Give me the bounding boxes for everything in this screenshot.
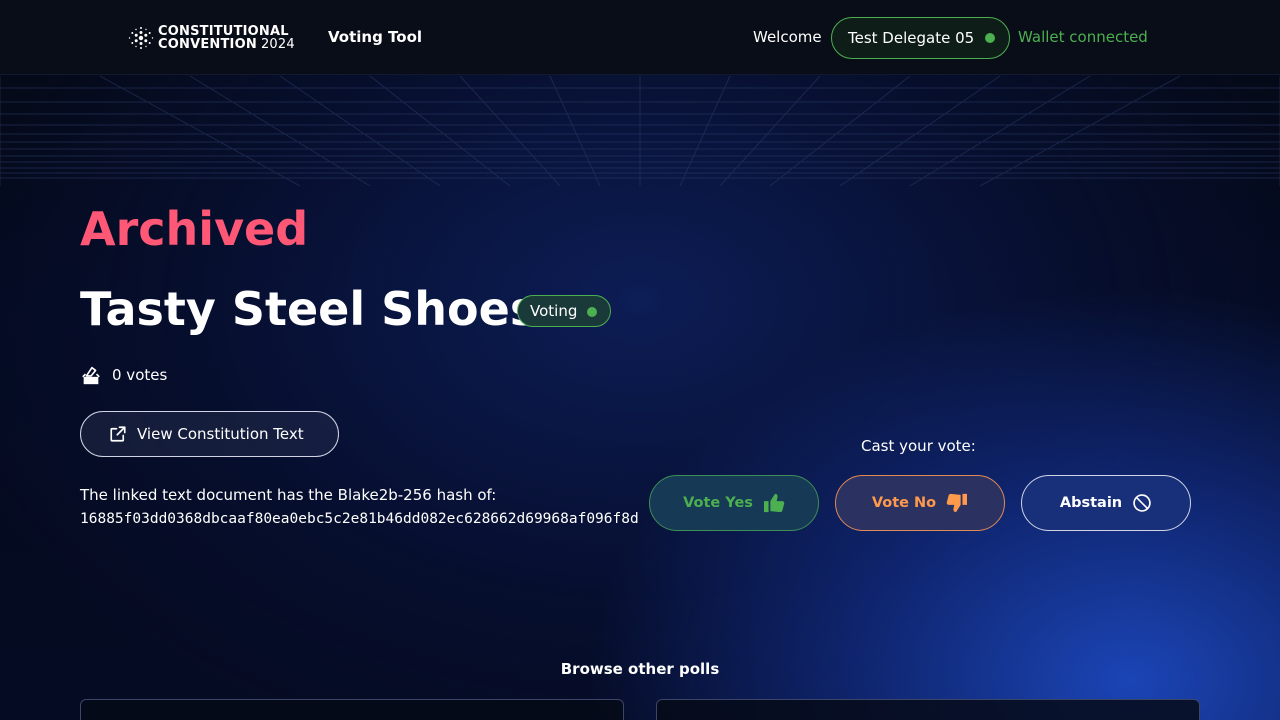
abstain-button[interactable]: Abstain <box>1021 475 1191 531</box>
hash-intro: The linked text document has the Blake2b… <box>80 486 497 504</box>
vote-no-button[interactable]: Vote No <box>835 475 1005 531</box>
status-badge-label: Voting <box>530 302 578 320</box>
ballot-box-icon <box>82 366 100 385</box>
status-badge: Voting <box>517 295 611 327</box>
logo-convention: CONVENTION <box>158 37 257 52</box>
votes-count-row: 0 votes <box>80 364 167 386</box>
vote-no-label: Vote No <box>871 495 937 511</box>
welcome-label: Welcome <box>753 28 822 46</box>
nav-voting-tool[interactable]: Voting Tool <box>328 28 422 46</box>
view-constitution-text-label: View Constitution Text <box>137 425 304 443</box>
logo-text: CONSTITUTIONAL CONVENTION 2024 <box>158 25 295 51</box>
poll-title: Tasty Steel Shoes <box>80 282 538 336</box>
votes-count: 0 votes <box>112 366 168 384</box>
external-link-icon <box>110 426 126 442</box>
poll-state-label: Archived <box>80 202 309 256</box>
document-hash-info: The linked text document has the Blake2b… <box>80 483 650 531</box>
abstain-label: Abstain <box>1059 495 1123 511</box>
delegate-name: Test Delegate 05 <box>848 29 975 47</box>
wallet-status: Wallet connected <box>1018 28 1148 46</box>
poll-card[interactable] <box>656 699 1200 720</box>
logo-line-2: CONVENTION 2024 <box>158 38 295 51</box>
status-dot <box>587 307 597 317</box>
thumbs-up-icon <box>763 493 785 513</box>
grid-background-decoration <box>0 76 1280 186</box>
poll-card[interactable] <box>80 699 624 720</box>
cast-vote-label: Cast your vote: <box>861 437 976 455</box>
hash-value: 16885f03dd0368dbcaaf80ea0ebc5c2e81b46dd0… <box>80 511 639 527</box>
cardano-logo-icon <box>128 27 154 49</box>
logo-year: 2024 <box>260 37 295 52</box>
vote-yes-button[interactable]: Vote Yes <box>649 475 819 531</box>
view-constitution-text-button[interactable]: View Constitution Text <box>80 411 339 457</box>
vote-yes-label: Vote Yes <box>683 495 753 511</box>
site-logo[interactable]: CONSTITUTIONAL CONVENTION 2024 <box>128 24 295 52</box>
top-header: CONSTITUTIONAL CONVENTION 2024 Voting To… <box>0 0 1280 75</box>
browse-polls-title: Browse other polls <box>560 660 720 678</box>
delegate-account-button[interactable]: Test Delegate 05 <box>831 17 1010 59</box>
connected-status-dot <box>985 33 995 43</box>
ban-icon <box>1133 494 1151 512</box>
thumbs-down-icon <box>946 493 968 513</box>
